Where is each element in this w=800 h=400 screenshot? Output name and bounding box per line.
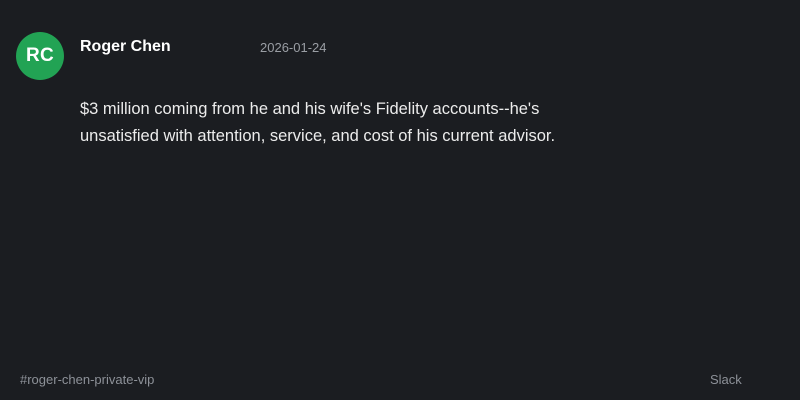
avatar[interactable]: RC — [16, 32, 64, 80]
message-timestamp[interactable]: 2026-01-24 — [260, 40, 327, 56]
source-label: Slack — [710, 372, 742, 387]
author-name[interactable]: Roger Chen — [80, 37, 171, 57]
footer: #roger-chen-private-vip Slack — [0, 360, 800, 400]
message-text: $3 million coming from he and his wife's… — [80, 100, 556, 145]
channel-name[interactable]: #roger-chen-private-vip — [20, 372, 154, 388]
message-item: RC Roger Chen 2026-01-24 $3 million comi… — [0, 0, 800, 360]
